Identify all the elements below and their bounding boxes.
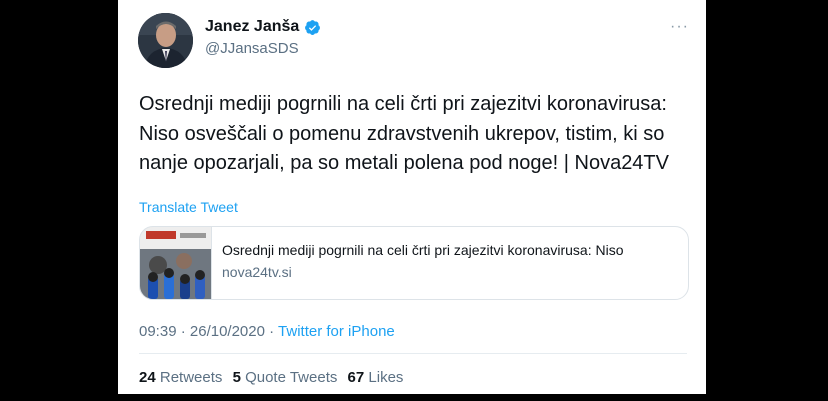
- likes-count: 67: [347, 369, 365, 386]
- quote-tweets-count: 5: [232, 369, 241, 386]
- tweet-meta: 09:39 · 26/10/2020 · Twitter for iPhone: [139, 323, 395, 340]
- link-preview-card[interactable]: Osrednji mediji pogrnili na celi črti pr…: [139, 226, 689, 300]
- translate-tweet-link[interactable]: Translate Tweet: [139, 199, 238, 215]
- retweets-label: Retweets: [159, 369, 223, 386]
- author-name[interactable]: Janez Janša: [205, 18, 299, 36]
- link-preview-domain: nova24tv.si: [222, 264, 292, 280]
- screen: Janez Janša @JJansaSDS ··· Osrednji medi…: [0, 0, 828, 401]
- meta-separator: ·: [176, 323, 190, 340]
- tweet-card: Janez Janša @JJansaSDS ··· Osrednji medi…: [118, 0, 706, 394]
- quote-tweets-label: Quote Tweets: [245, 369, 338, 386]
- tweet-source-link[interactable]: Twitter for iPhone: [278, 323, 395, 340]
- meta-separator: ·: [264, 323, 279, 340]
- likes-label: Likes: [368, 369, 404, 386]
- tweet-date[interactable]: 26/10/2020: [190, 323, 265, 340]
- divider: [139, 353, 687, 354]
- profile-photo-icon: [138, 13, 193, 68]
- link-preview-thumbnail: [140, 227, 212, 299]
- more-options-icon[interactable]: ···: [670, 18, 689, 36]
- quote-tweets-stat[interactable]: 5 Quote Tweets: [233, 369, 338, 386]
- retweets-count: 24: [139, 369, 156, 386]
- likes-stat[interactable]: 67 Likes: [348, 369, 404, 386]
- tweet-stats: 24 Retweets 5 Quote Tweets 67 Likes: [139, 369, 409, 386]
- tweet-text: Osrednji mediji pogrnili na celi črti pr…: [139, 93, 669, 174]
- news-thumbnail-image: [140, 227, 211, 299]
- author-name-row[interactable]: Janez Janša: [205, 18, 321, 36]
- link-preview-title: Osrednji mediji pogrnili na celi črti pr…: [222, 242, 624, 258]
- verified-badge-icon: [304, 19, 321, 36]
- author-handle[interactable]: @JJansaSDS: [205, 40, 299, 57]
- author-avatar[interactable]: [138, 13, 193, 68]
- retweets-stat[interactable]: 24 Retweets: [139, 369, 222, 386]
- tweet-time[interactable]: 09:39: [139, 323, 177, 340]
